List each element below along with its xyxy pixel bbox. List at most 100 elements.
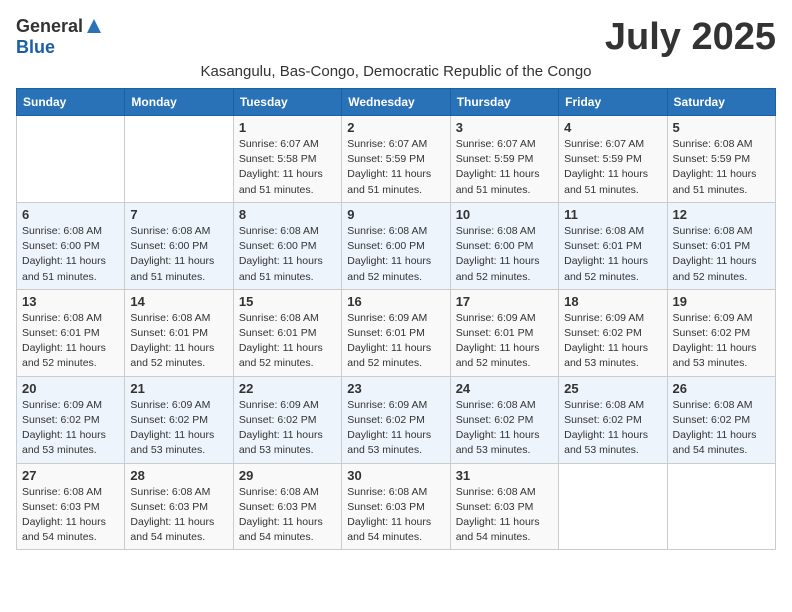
logo-icon [85,17,103,35]
day-number: 14 [130,294,227,309]
day-number: 1 [239,120,336,135]
calendar-day-cell: 6 Sunrise: 6:08 AMSunset: 6:00 PMDaylight… [17,202,125,289]
day-number: 13 [22,294,119,309]
day-info: Sunrise: 6:09 AMSunset: 6:02 PMDaylight:… [130,398,227,459]
logo: General Blue [16,16,103,58]
day-info: Sunrise: 6:08 AMSunset: 6:00 PMDaylight:… [456,224,553,285]
calendar-week-row: 20Sunrise: 6:09 AMSunset: 6:02 PMDayligh… [17,376,776,463]
calendar-header-row: SundayMondayTuesdayWednesdayThursdayFrid… [17,89,776,116]
calendar-week-row: 1 Sunrise: 6:07 AMSunset: 5:58 PMDaylight… [17,116,776,203]
day-info: Sunrise: 6:09 AMSunset: 6:02 PMDaylight:… [22,398,119,459]
day-number: 22 [239,381,336,396]
day-number: 19 [673,294,770,309]
day-info: Sunrise: 6:08 AMSunset: 6:01 PMDaylight:… [564,224,661,285]
calendar-day-cell: 27 Sunrise: 6:08 AMSunset: 6:03 PMDayligh… [17,463,125,550]
calendar-day-cell: 31Sunrise: 6:08 AMSunset: 6:03 PMDayligh… [450,463,558,550]
calendar-day-cell: 29 Sunrise: 6:08 AMSunset: 6:03 PMDayligh… [233,463,341,550]
day-info: Sunrise: 6:09 AMSunset: 6:01 PMDaylight:… [347,311,444,372]
location-title: Kasangulu, Bas-Congo, Democratic Republi… [16,63,776,80]
calendar-header-cell: Monday [125,89,233,116]
calendar-header-cell: Tuesday [233,89,341,116]
logo-general: General [16,16,83,37]
day-info: Sunrise: 6:08 AMSunset: 6:02 PMDaylight:… [564,398,661,459]
day-info: Sunrise: 6:08 AMSunset: 6:00 PMDaylight:… [347,224,444,285]
day-number: 29 [239,468,336,483]
day-info: Sunrise: 6:07 AMSunset: 5:59 PMDaylight:… [456,137,553,198]
calendar-day-cell: 1 Sunrise: 6:07 AMSunset: 5:58 PMDaylight… [233,116,341,203]
day-number: 30 [347,468,444,483]
calendar-day-cell: 25 Sunrise: 6:08 AMSunset: 6:02 PMDayligh… [559,376,667,463]
day-info: Sunrise: 6:09 AMSunset: 6:01 PMDaylight:… [456,311,553,372]
day-info: Sunrise: 6:08 AMSunset: 6:01 PMDaylight:… [22,311,119,372]
calendar-day-cell: 11 Sunrise: 6:08 AMSunset: 6:01 PMDayligh… [559,202,667,289]
calendar-day-cell: 24Sunrise: 6:08 AMSunset: 6:02 PMDayligh… [450,376,558,463]
day-number: 7 [130,207,227,222]
calendar-week-row: 27 Sunrise: 6:08 AMSunset: 6:03 PMDayligh… [17,463,776,550]
calendar-day-cell: 9 Sunrise: 6:08 AMSunset: 6:00 PMDaylight… [342,202,450,289]
calendar-day-cell: 13 Sunrise: 6:08 AMSunset: 6:01 PMDayligh… [17,289,125,376]
calendar-day-cell: 17 Sunrise: 6:09 AMSunset: 6:01 PMDayligh… [450,289,558,376]
day-number: 6 [22,207,119,222]
day-info: Sunrise: 6:08 AMSunset: 6:01 PMDaylight:… [673,224,770,285]
day-info: Sunrise: 6:08 AMSunset: 6:03 PMDaylight:… [130,485,227,546]
day-info: Sunrise: 6:07 AMSunset: 5:59 PMDaylight:… [564,137,661,198]
header: General Blue July 2025 [16,16,776,59]
day-number: 27 [22,468,119,483]
calendar-header-cell: Saturday [667,89,775,116]
calendar-day-cell: 30 Sunrise: 6:08 AMSunset: 6:03 PMDayligh… [342,463,450,550]
calendar-day-cell: 10Sunrise: 6:08 AMSunset: 6:00 PMDayligh… [450,202,558,289]
calendar-body: 1 Sunrise: 6:07 AMSunset: 5:58 PMDaylight… [17,116,776,550]
day-info: Sunrise: 6:08 AMSunset: 6:00 PMDaylight:… [130,224,227,285]
day-info: Sunrise: 6:09 AMSunset: 6:02 PMDaylight:… [564,311,661,372]
day-number: 4 [564,120,661,135]
day-number: 3 [456,120,553,135]
calendar-week-row: 6 Sunrise: 6:08 AMSunset: 6:00 PMDaylight… [17,202,776,289]
calendar-day-cell [17,116,125,203]
calendar-day-cell: 21 Sunrise: 6:09 AMSunset: 6:02 PMDayligh… [125,376,233,463]
day-info: Sunrise: 6:09 AMSunset: 6:02 PMDaylight:… [673,311,770,372]
day-info: Sunrise: 6:09 AMSunset: 6:02 PMDaylight:… [239,398,336,459]
calendar-day-cell: 12 Sunrise: 6:08 AMSunset: 6:01 PMDayligh… [667,202,775,289]
calendar-day-cell: 3 Sunrise: 6:07 AMSunset: 5:59 PMDaylight… [450,116,558,203]
calendar-day-cell [559,463,667,550]
calendar-day-cell: 22 Sunrise: 6:09 AMSunset: 6:02 PMDayligh… [233,376,341,463]
calendar-day-cell: 8 Sunrise: 6:08 AMSunset: 6:00 PMDaylight… [233,202,341,289]
calendar-week-row: 13 Sunrise: 6:08 AMSunset: 6:01 PMDayligh… [17,289,776,376]
day-info: Sunrise: 6:08 AMSunset: 6:00 PMDaylight:… [239,224,336,285]
day-number: 17 [456,294,553,309]
calendar-day-cell: 19 Sunrise: 6:09 AMSunset: 6:02 PMDayligh… [667,289,775,376]
day-number: 18 [564,294,661,309]
day-number: 21 [130,381,227,396]
day-number: 25 [564,381,661,396]
day-info: Sunrise: 6:08 AMSunset: 6:02 PMDaylight:… [673,398,770,459]
day-number: 16 [347,294,444,309]
calendar-day-cell: 2 Sunrise: 6:07 AMSunset: 5:59 PMDaylight… [342,116,450,203]
calendar-day-cell: 18 Sunrise: 6:09 AMSunset: 6:02 PMDayligh… [559,289,667,376]
calendar-header-cell: Friday [559,89,667,116]
day-info: Sunrise: 6:07 AMSunset: 5:59 PMDaylight:… [347,137,444,198]
calendar-day-cell: 5Sunrise: 6:08 AMSunset: 5:59 PMDaylight… [667,116,775,203]
day-number: 9 [347,207,444,222]
calendar-day-cell: 26 Sunrise: 6:08 AMSunset: 6:02 PMDayligh… [667,376,775,463]
day-info: Sunrise: 6:08 AMSunset: 6:03 PMDaylight:… [347,485,444,546]
day-info: Sunrise: 6:07 AMSunset: 5:58 PMDaylight:… [239,137,336,198]
day-number: 15 [239,294,336,309]
calendar-day-cell: 14Sunrise: 6:08 AMSunset: 6:01 PMDayligh… [125,289,233,376]
day-number: 26 [673,381,770,396]
day-number: 11 [564,207,661,222]
day-info: Sunrise: 6:08 AMSunset: 5:59 PMDaylight:… [673,137,770,198]
day-info: Sunrise: 6:08 AMSunset: 6:03 PMDaylight:… [239,485,336,546]
calendar-header-cell: Thursday [450,89,558,116]
day-info: Sunrise: 6:08 AMSunset: 6:03 PMDaylight:… [22,485,119,546]
calendar-day-cell: 15Sunrise: 6:08 AMSunset: 6:01 PMDayligh… [233,289,341,376]
calendar-header-cell: Wednesday [342,89,450,116]
day-number: 12 [673,207,770,222]
day-info: Sunrise: 6:08 AMSunset: 6:00 PMDaylight:… [22,224,119,285]
day-number: 28 [130,468,227,483]
logo-blue: Blue [16,37,55,58]
day-number: 8 [239,207,336,222]
day-number: 2 [347,120,444,135]
day-info: Sunrise: 6:09 AMSunset: 6:02 PMDaylight:… [347,398,444,459]
day-info: Sunrise: 6:08 AMSunset: 6:03 PMDaylight:… [456,485,553,546]
calendar-day-cell: 7 Sunrise: 6:08 AMSunset: 6:00 PMDaylight… [125,202,233,289]
